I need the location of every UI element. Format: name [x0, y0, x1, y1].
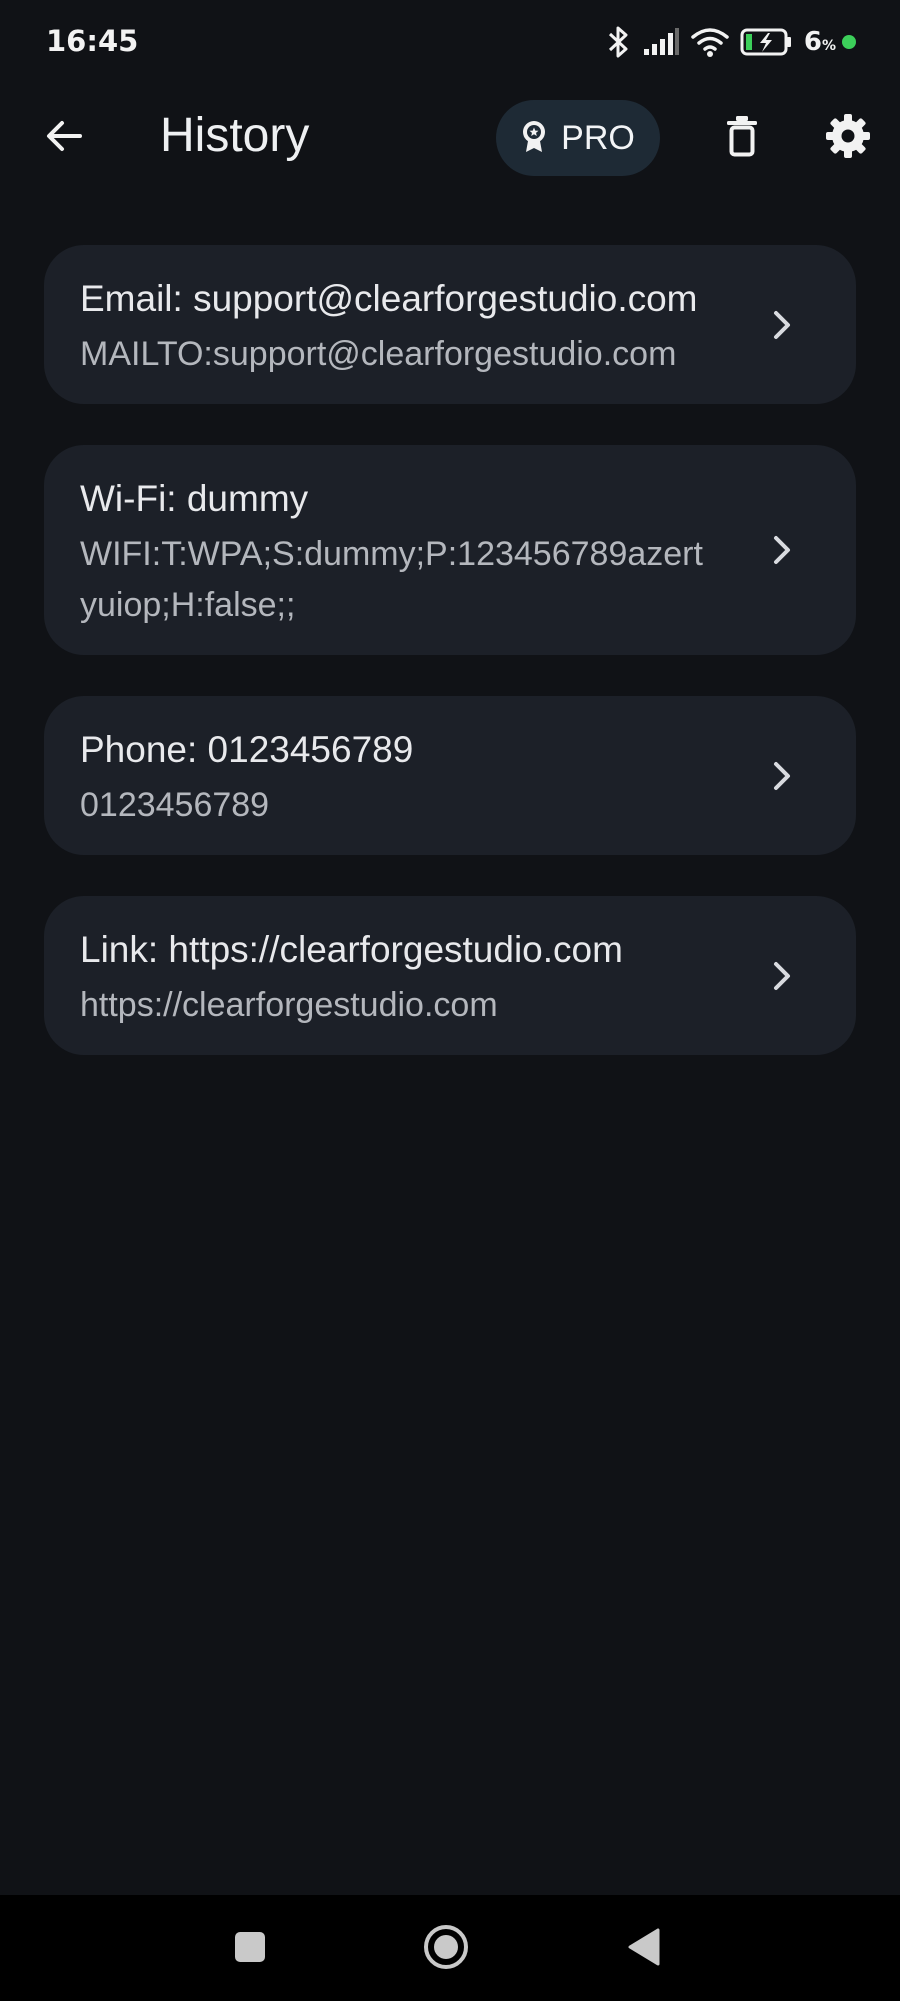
pro-button[interactable]: PRO	[496, 100, 660, 176]
back-button[interactable]	[36, 110, 92, 166]
trash-icon	[726, 115, 758, 161]
bluetooth-icon	[604, 25, 632, 59]
back-triangle-icon	[626, 1927, 662, 1971]
home-button[interactable]	[418, 1921, 474, 1977]
history-item-link[interactable]: Link: https://clearforgestudio.com https…	[44, 896, 856, 1055]
chevron-right-icon	[774, 961, 790, 990]
wifi-icon	[690, 26, 730, 58]
battery-charging-icon	[740, 27, 794, 57]
status-icons: 6%	[604, 22, 856, 62]
award-badge-icon	[521, 119, 547, 157]
settings-button[interactable]	[818, 108, 878, 168]
history-item-subtitle: https://clearforgestudio.com	[80, 986, 498, 1024]
history-item-subtitle: WIFI:T:WPA;S:dummy;P:123456789azertyuiop…	[80, 535, 703, 624]
back-arrow-icon	[44, 118, 84, 158]
chevron-right-icon	[774, 761, 790, 790]
chevron-right-icon	[774, 536, 790, 564]
nav-back-button[interactable]	[616, 1921, 672, 1977]
history-item-title: Link: https://clearforgestudio.com	[80, 929, 623, 970]
gear-icon	[825, 113, 871, 163]
app-bar: History PRO	[0, 90, 900, 186]
signal-icon	[642, 27, 680, 57]
history-item-subtitle: MAILTO:support@clearforgestudio.com	[80, 335, 677, 373]
page-title: History	[160, 109, 310, 162]
history-list: Email: support@clearforgestudio.com MAIL…	[44, 245, 856, 1096]
battery-percentage: 6%	[803, 27, 836, 57]
delete-history-button[interactable]	[712, 108, 772, 168]
history-item-wifi[interactable]: Wi-Fi: dummy WIFI:T:WPA;S:dummy;P:123456…	[44, 445, 856, 655]
system-nav-bar	[0, 1895, 900, 2001]
history-item-subtitle: 0123456789	[80, 786, 270, 824]
history-item-title: Email: support@clearforgestudio.com	[80, 278, 698, 319]
home-circle-icon	[422, 1923, 470, 1975]
recents-square-icon	[233, 1930, 267, 1968]
history-item-phone[interactable]: Phone: 0123456789 0123456789	[44, 696, 856, 855]
status-bar: 16:45 6%	[0, 0, 900, 84]
recents-button[interactable]	[222, 1921, 278, 1977]
history-item-title: Phone: 0123456789	[80, 729, 414, 770]
pro-label: PRO	[561, 118, 635, 157]
history-item-title: Wi-Fi: dummy	[80, 478, 309, 519]
chevron-right-icon	[774, 310, 790, 339]
charging-dot	[842, 35, 856, 49]
status-time: 16:45	[46, 24, 139, 58]
history-item-email[interactable]: Email: support@clearforgestudio.com MAIL…	[44, 245, 856, 404]
